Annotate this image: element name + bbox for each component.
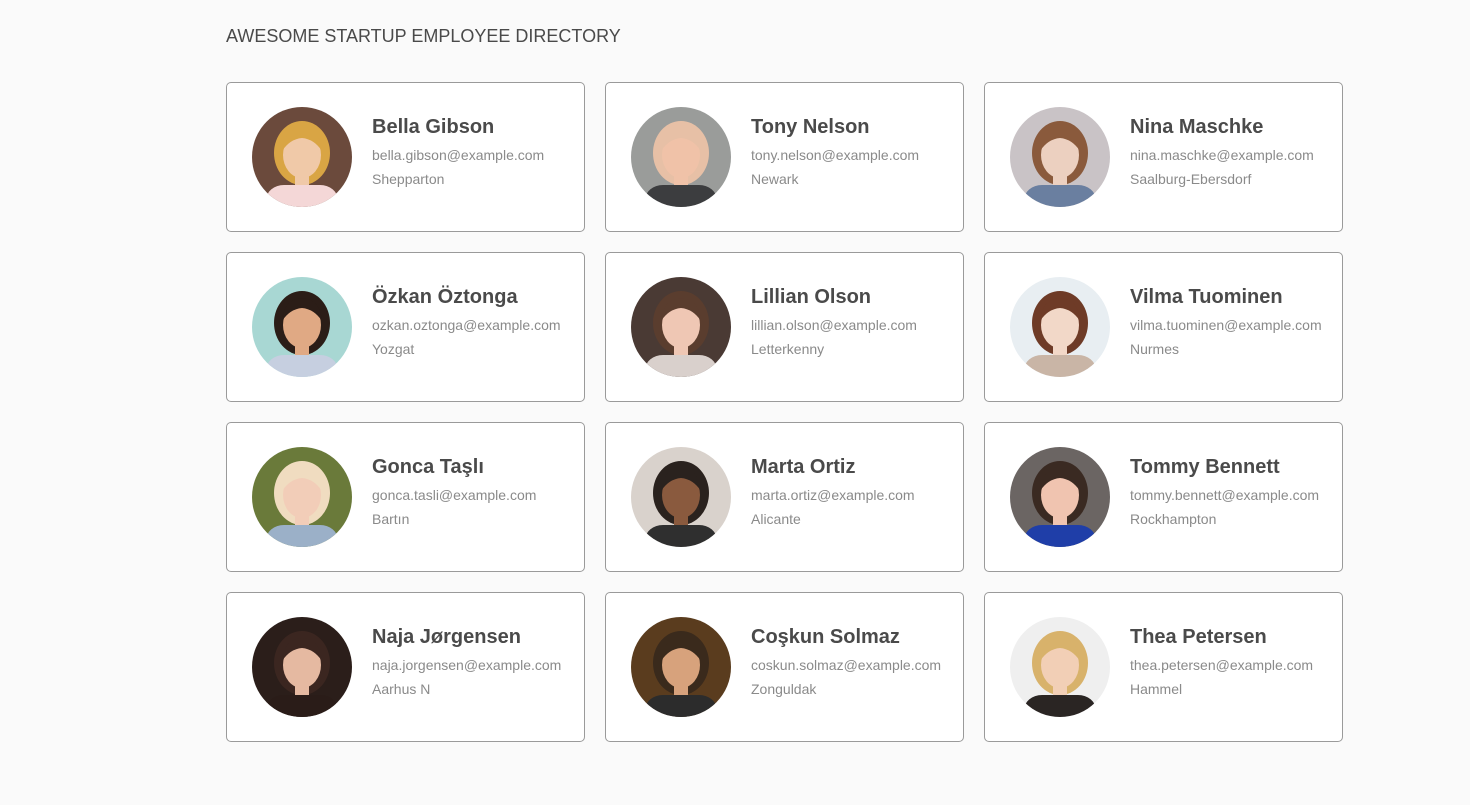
- employee-city: Letterkenny: [751, 341, 825, 357]
- employee-name: Vilma Tuominen: [1130, 286, 1283, 308]
- avatar-photo-icon: [631, 277, 731, 377]
- employee-avatar: [252, 107, 352, 207]
- employee-email: marta.ortiz@example.com: [751, 487, 915, 503]
- employee-email: nina.maschke@example.com: [1130, 147, 1314, 163]
- employee-card[interactable]: Thea Petersen thea.petersen@example.com …: [984, 592, 1343, 742]
- employee-email: thea.petersen@example.com: [1130, 657, 1314, 673]
- employee-card[interactable]: Marta Ortiz marta.ortiz@example.com Alic…: [605, 422, 964, 572]
- avatar-photo-icon: [252, 277, 352, 377]
- employee-name: Bella Gibson: [372, 116, 495, 138]
- employee-city: Zonguldak: [751, 681, 817, 697]
- employee-email: ozkan.oztonga@example.com: [372, 317, 561, 333]
- employee-city: Hammel: [1130, 681, 1183, 697]
- employee-card[interactable]: Tommy Bennett tommy.bennett@example.com …: [984, 422, 1343, 572]
- employee-avatar: [252, 447, 352, 547]
- employee-info: Thea Petersen thea.petersen@example.com …: [1130, 625, 1332, 698]
- employee-email: tony.nelson@example.com: [751, 147, 920, 163]
- employee-info: Coşkun Solmaz coskun.solmaz@example.com …: [751, 625, 953, 698]
- employee-name: Özkan Öztonga: [372, 286, 518, 308]
- employee-avatar: [252, 617, 352, 717]
- employee-avatar: [1010, 107, 1110, 207]
- employee-info: Naja Jørgensen naja.jorgensen@example.co…: [372, 625, 574, 698]
- employee-city: Nurmes: [1130, 341, 1180, 357]
- employee-card[interactable]: Vilma Tuominen vilma.tuominen@example.co…: [984, 252, 1343, 402]
- employee-info: Vilma Tuominen vilma.tuominen@example.co…: [1130, 285, 1332, 358]
- employee-email: tommy.bennett@example.com: [1130, 487, 1320, 503]
- employee-city: Newark: [751, 171, 799, 187]
- employee-info: Tommy Bennett tommy.bennett@example.com …: [1130, 455, 1332, 528]
- employee-card[interactable]: Özkan Öztonga ozkan.oztonga@example.com …: [226, 252, 585, 402]
- employee-avatar: [1010, 277, 1110, 377]
- employee-info: Marta Ortiz marta.ortiz@example.com Alic…: [751, 455, 953, 528]
- employee-email: naja.jorgensen@example.com: [372, 657, 562, 673]
- page-title: AWESOME STARTUP EMPLOYEE DIRECTORY: [226, 26, 621, 46]
- employee-avatar: [252, 277, 352, 377]
- employee-name: Nina Maschke: [1130, 116, 1264, 138]
- employee-info: Nina Maschke nina.maschke@example.com Sa…: [1130, 115, 1332, 188]
- employee-city: Alicante: [751, 511, 801, 527]
- employee-name: Gonca Taşlı: [372, 456, 484, 478]
- employee-card[interactable]: Naja Jørgensen naja.jorgensen@example.co…: [226, 592, 585, 742]
- employee-city: Rockhampton: [1130, 511, 1217, 527]
- avatar-photo-icon: [1010, 447, 1110, 547]
- employee-card[interactable]: Tony Nelson tony.nelson@example.com Newa…: [605, 82, 964, 232]
- avatar-photo-icon: [631, 617, 731, 717]
- employee-card[interactable]: Coşkun Solmaz coskun.solmaz@example.com …: [605, 592, 964, 742]
- employee-name: Tony Nelson: [751, 116, 870, 138]
- avatar-photo-icon: [252, 107, 352, 207]
- employee-info: Gonca Taşlı gonca.tasli@example.com Bart…: [372, 455, 574, 528]
- avatar-photo-icon: [631, 447, 731, 547]
- employee-email: vilma.tuominen@example.com: [1130, 317, 1322, 333]
- employee-city: Yozgat: [372, 341, 415, 357]
- employee-card[interactable]: Bella Gibson bella.gibson@example.com Sh…: [226, 82, 585, 232]
- employee-name: Lillian Olson: [751, 286, 872, 308]
- avatar-photo-icon: [1010, 107, 1110, 207]
- employee-name: Marta Ortiz: [751, 456, 856, 478]
- avatar-photo-icon: [631, 107, 731, 207]
- employee-city: Bartın: [372, 511, 410, 527]
- employee-name: Thea Petersen: [1130, 626, 1267, 648]
- employee-city: Shepparton: [372, 171, 445, 187]
- employee-city: Aarhus N: [372, 681, 431, 697]
- employee-email: coskun.solmaz@example.com: [751, 657, 942, 673]
- employee-info: Bella Gibson bella.gibson@example.com Sh…: [372, 115, 574, 188]
- employee-name: Naja Jørgensen: [372, 626, 521, 648]
- avatar-photo-icon: [252, 447, 352, 547]
- employee-grid: Bella Gibson bella.gibson@example.com Sh…: [226, 82, 1343, 742]
- employee-card[interactable]: Nina Maschke nina.maschke@example.com Sa…: [984, 82, 1343, 232]
- employee-city: Saalburg-Ebersdorf: [1130, 171, 1252, 187]
- avatar-photo-icon: [252, 617, 352, 717]
- avatar-photo-icon: [1010, 617, 1110, 717]
- employee-card[interactable]: Lillian Olson lillian.olson@example.com …: [605, 252, 964, 402]
- employee-email: lillian.olson@example.com: [751, 317, 917, 333]
- employee-name: Tommy Bennett: [1130, 456, 1280, 478]
- employee-avatar: [631, 107, 731, 207]
- employee-card[interactable]: Gonca Taşlı gonca.tasli@example.com Bart…: [226, 422, 585, 572]
- employee-avatar: [1010, 447, 1110, 547]
- employee-info: Lillian Olson lillian.olson@example.com …: [751, 285, 953, 358]
- employee-avatar: [631, 447, 731, 547]
- employee-avatar: [1010, 617, 1110, 717]
- employee-avatar: [631, 277, 731, 377]
- avatar-photo-icon: [1010, 277, 1110, 377]
- employee-name: Coşkun Solmaz: [751, 626, 900, 648]
- employee-email: bella.gibson@example.com: [372, 147, 545, 163]
- employee-email: gonca.tasli@example.com: [372, 487, 537, 503]
- employee-info: Tony Nelson tony.nelson@example.com Newa…: [751, 115, 953, 188]
- employee-info: Özkan Öztonga ozkan.oztonga@example.com …: [372, 285, 574, 358]
- employee-avatar: [631, 617, 731, 717]
